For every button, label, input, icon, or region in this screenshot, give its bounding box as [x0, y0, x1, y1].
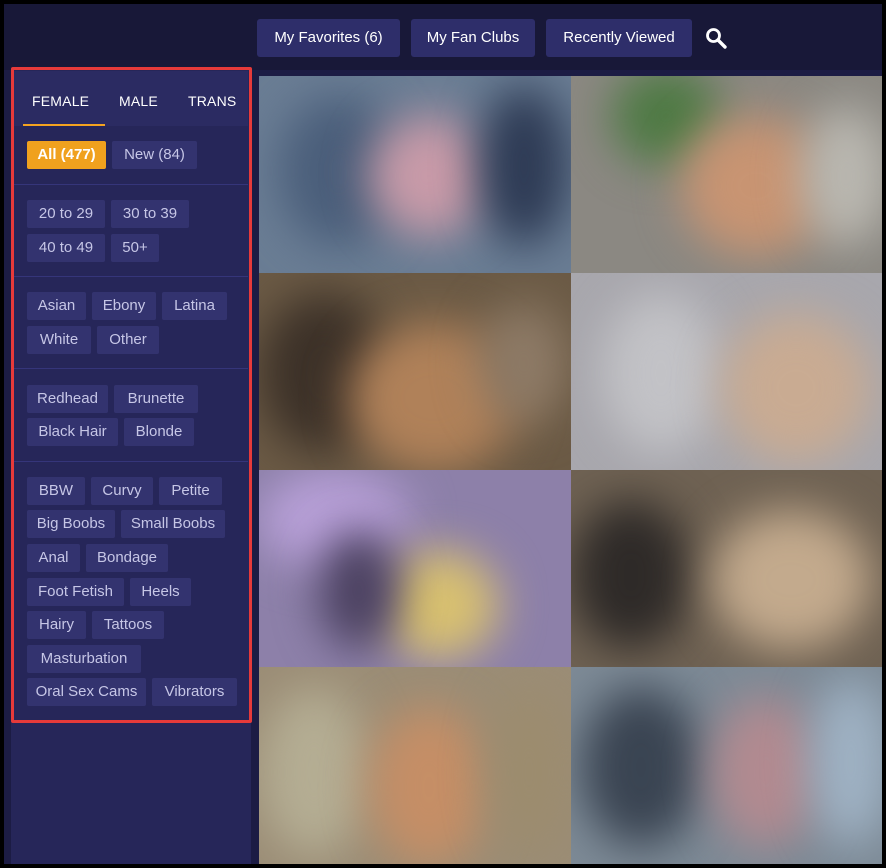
filter-age-20-29[interactable]: 20 to 29	[27, 200, 105, 228]
filter-petite[interactable]: Petite	[159, 477, 222, 505]
top-navigation-bar: My Favorites (6) My Fan Clubs Recently V…	[4, 4, 882, 70]
my-fan-clubs-button[interactable]: My Fan Clubs	[411, 19, 535, 57]
performer-thumbnail[interactable]	[571, 76, 882, 273]
filter-foot-fetish[interactable]: Foot Fetish	[27, 578, 124, 606]
search-icon[interactable]	[704, 26, 728, 50]
filter-ebony[interactable]: Ebony	[92, 292, 156, 320]
filter-tattoos[interactable]: Tattoos	[92, 611, 164, 639]
performer-grid	[259, 76, 882, 864]
tab-trans[interactable]: TRANS	[188, 71, 236, 126]
filter-age-30-39[interactable]: 30 to 39	[111, 200, 189, 228]
filter-anal[interactable]: Anal	[27, 544, 80, 572]
filter-age-50-plus[interactable]: 50+	[111, 234, 159, 262]
filter-other[interactable]: Other	[97, 326, 159, 354]
performer-thumbnail[interactable]	[571, 273, 882, 470]
performer-thumbnail[interactable]	[259, 273, 571, 470]
filter-vibrators[interactable]: Vibrators	[152, 678, 237, 706]
tab-male[interactable]: MALE	[119, 71, 158, 126]
app-window: My Favorites (6) My Fan Clubs Recently V…	[4, 4, 882, 864]
filter-sidebar: FEMALE MALE TRANS All (477) New (84) 20 …	[11, 68, 251, 864]
divider	[14, 368, 248, 369]
filter-black-hair[interactable]: Black Hair	[27, 418, 118, 446]
gender-tabs: FEMALE MALE TRANS	[14, 71, 248, 126]
recently-viewed-button[interactable]: Recently Viewed	[546, 19, 692, 57]
filter-oral-sex-cams[interactable]: Oral Sex Cams	[27, 678, 146, 706]
divider	[14, 276, 248, 277]
filter-small-boobs[interactable]: Small Boobs	[121, 510, 225, 538]
divider	[14, 184, 248, 185]
divider	[14, 461, 248, 462]
performer-thumbnail[interactable]	[571, 667, 882, 864]
filter-white[interactable]: White	[27, 326, 91, 354]
filter-bondage[interactable]: Bondage	[86, 544, 168, 572]
filter-age-40-49[interactable]: 40 to 49	[27, 234, 105, 262]
filter-all[interactable]: All (477)	[27, 141, 106, 169]
filter-curvy[interactable]: Curvy	[91, 477, 153, 505]
filter-bbw[interactable]: BBW	[27, 477, 85, 505]
filter-brunette[interactable]: Brunette	[114, 385, 198, 413]
my-favorites-button[interactable]: My Favorites (6)	[257, 19, 400, 57]
filter-redhead[interactable]: Redhead	[27, 385, 108, 413]
performer-thumbnail[interactable]	[571, 470, 882, 667]
filter-hairy[interactable]: Hairy	[27, 611, 86, 639]
performer-thumbnail[interactable]	[259, 470, 571, 667]
filter-big-boobs[interactable]: Big Boobs	[27, 510, 115, 538]
filter-heels[interactable]: Heels	[130, 578, 191, 606]
performer-thumbnail[interactable]	[259, 76, 571, 273]
filter-blonde[interactable]: Blonde	[124, 418, 194, 446]
performer-thumbnail[interactable]	[259, 667, 571, 864]
filter-new[interactable]: New (84)	[112, 141, 197, 169]
filter-masturbation[interactable]: Masturbation	[27, 645, 141, 673]
tab-female[interactable]: FEMALE	[22, 71, 106, 126]
filter-asian[interactable]: Asian	[27, 292, 86, 320]
filter-latina[interactable]: Latina	[162, 292, 227, 320]
